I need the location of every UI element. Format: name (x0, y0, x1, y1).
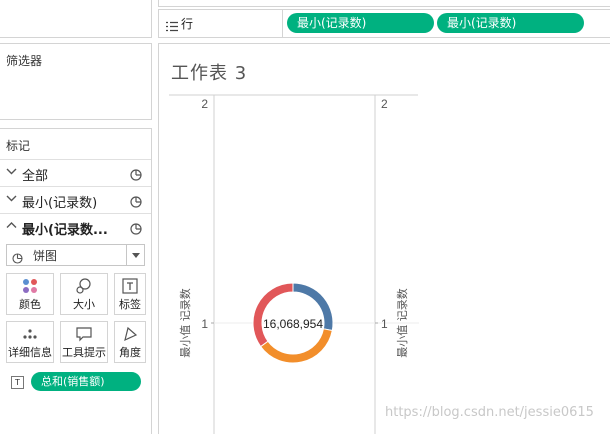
right-axis-title: 最小值 记录数 (396, 288, 409, 358)
text-label-icon: T (11, 376, 24, 389)
angle-button[interactable]: 角度 (114, 321, 146, 363)
rows-shelf-label: 行 (181, 17, 194, 31)
left-axis-title: 最小值 记录数 (179, 288, 192, 358)
filters-title: 筛选器 (6, 54, 43, 68)
marks-row-label: 全部 (22, 169, 49, 184)
detail-button-label: 详细信息 (8, 346, 52, 359)
pages-panel (0, 0, 152, 38)
rows-icon (166, 17, 178, 36)
view-area: 2 1 2 1 最小值 记录数 最小值 记录数 16,068,954 (169, 94, 419, 434)
tooltip-button[interactable]: 工具提示 (60, 321, 108, 363)
right-axis-tick: 1 (381, 317, 388, 331)
angle-icon (121, 326, 139, 342)
mark-type-select[interactable]: 饼图 (6, 244, 145, 266)
detail-dots-icon (21, 326, 39, 342)
color-button-label: 颜色 (19, 298, 41, 311)
marks-row-label: 最小(记录数... (22, 223, 108, 238)
detail-button[interactable]: 详细信息 (6, 321, 54, 363)
left-axis-tick: 1 (201, 317, 208, 331)
filters-panel[interactable]: 筛选器 (0, 43, 152, 120)
size-icon (75, 278, 93, 294)
pie-chart-icon (130, 166, 142, 181)
left-axis-tick: 2 (201, 97, 208, 111)
pie-chart-icon (130, 193, 142, 208)
mark-type-value: 饼图 (33, 249, 58, 263)
marks-title: 标记 (6, 139, 31, 153)
pie-chart-icon (12, 249, 23, 264)
chevron-down-icon[interactable] (6, 166, 17, 180)
marks-row-label: 最小(记录数) (22, 196, 98, 211)
chevron-down-icon[interactable] (6, 193, 17, 207)
label-button[interactable]: 标签 (114, 273, 146, 315)
tooltip-icon (75, 326, 93, 342)
columns-shelf[interactable] (158, 0, 610, 7)
shelf-divider (282, 10, 283, 37)
watermark-text: https://blog.csdn.net/jessie0615 (385, 405, 594, 420)
pie-chart-icon (130, 220, 142, 235)
rows-pill-min-count-1[interactable]: 最小(记录数) (287, 13, 434, 33)
worksheet-canvas: 工作表 3 2 1 2 1 最小值 记录数 最小值 记录数 16,068,954… (158, 43, 610, 434)
text-label-icon (121, 278, 139, 294)
marks-row-min-count-1[interactable]: 最小(记录数) (0, 186, 151, 214)
size-button-label: 大小 (73, 298, 95, 311)
marks-row-all[interactable]: 全部 (0, 159, 151, 187)
donut-center-label: 16,068,954 (263, 317, 323, 331)
color-button[interactable]: 颜色 (6, 273, 54, 315)
color-dots-icon (21, 278, 39, 294)
sum-sales-pill[interactable]: 总和(销售额) (31, 372, 141, 391)
size-button[interactable]: 大小 (60, 273, 108, 315)
label-button-label: 标签 (119, 298, 141, 311)
chevron-up-icon[interactable] (6, 220, 17, 234)
right-axis-tick: 2 (381, 97, 388, 111)
rows-pill-min-count-2[interactable]: 最小(记录数) (437, 13, 584, 33)
tooltip-button-label: 工具提示 (62, 346, 106, 359)
angle-button-label: 角度 (119, 346, 141, 359)
donut-slice[interactable] (259, 328, 333, 364)
marks-card: 标记 全部 最小(记录数) 最小(记录数... 饼图 颜色 大小 标签 详细信息… (0, 128, 152, 434)
chevron-down-icon[interactable] (126, 245, 144, 265)
marks-row-min-count-2[interactable]: 最小(记录数... (0, 213, 151, 241)
rows-shelf[interactable]: 行 最小(记录数) 最小(记录数) (158, 9, 610, 38)
donut-slice[interactable] (252, 282, 294, 348)
